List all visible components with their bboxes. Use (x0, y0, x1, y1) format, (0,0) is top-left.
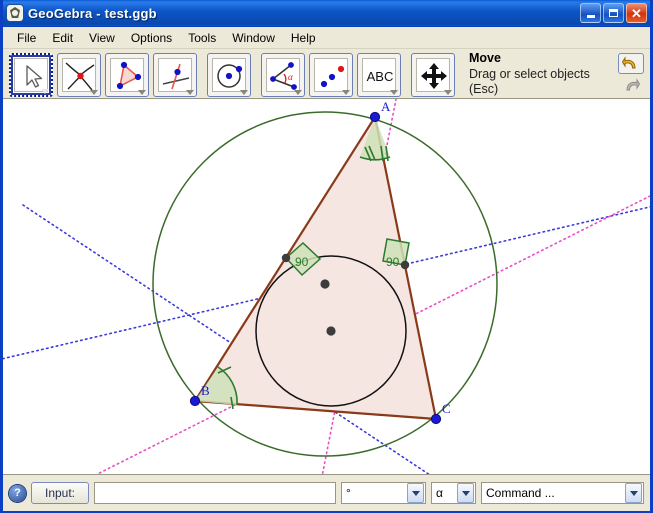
circle-tool[interactable] (207, 52, 251, 97)
toolbar: α ABC Move Drag or select objects (Esc) (3, 49, 650, 99)
point-on-intersection-icon (62, 57, 96, 92)
command-dropdown[interactable]: Command ... (481, 482, 644, 504)
geogebra-window: GeoGebra - test.ggb ✕ File Edit View Opt… (0, 0, 653, 513)
abc-text-icon: ABC (362, 57, 396, 92)
close-button[interactable]: ✕ (626, 3, 647, 23)
menu-bar: File Edit View Options Tools Window Help (3, 27, 650, 49)
foot-point-ac[interactable] (400, 260, 410, 270)
help-icon[interactable]: ? (9, 484, 26, 502)
menu-item-help[interactable]: Help (283, 29, 324, 47)
menu-item-options[interactable]: Options (123, 29, 180, 47)
move-drawing-pad-icon (416, 57, 450, 92)
menu-item-file[interactable]: File (9, 29, 44, 47)
vertex-point-a[interactable] (369, 111, 381, 123)
triangle-abc[interactable] (193, 115, 438, 421)
three-points-icon (314, 57, 348, 92)
tool-info: Move Drag or select objects (Esc) (469, 51, 618, 98)
perpendicular-line-tool[interactable] (153, 52, 197, 97)
vertex-point-c[interactable] (430, 413, 442, 425)
greek-letter-dropdown-value: α (436, 486, 443, 500)
vertex-label-a: A (381, 99, 391, 114)
geogebra-icon (7, 5, 23, 21)
greek-letter-dropdown[interactable]: α (431, 482, 476, 504)
minimize-button[interactable] (580, 3, 601, 23)
active-tool-name: Move (469, 51, 501, 66)
circumcenter-point[interactable] (320, 279, 330, 289)
angle-tool[interactable]: α (261, 52, 305, 97)
command-dropdown-value: Command ... (486, 486, 555, 500)
redo-button[interactable] (618, 75, 644, 96)
svg-text:α: α (288, 72, 293, 82)
vertex-label-c: C (442, 401, 451, 416)
circle-with-center-icon (212, 57, 246, 92)
text-tool[interactable]: ABC (357, 52, 401, 97)
menu-item-window[interactable]: Window (224, 29, 283, 47)
window-title: GeoGebra - test.ggb (28, 5, 157, 21)
undo-redo-group (618, 53, 646, 96)
locus-tool[interactable] (309, 52, 353, 97)
move-tool[interactable] (9, 52, 53, 97)
symbol-dropdown[interactable]: ° (341, 482, 426, 504)
line-tool[interactable] (105, 52, 149, 97)
arrow-cursor-icon (14, 57, 48, 92)
graphics-view[interactable]: 90 90 A B C (3, 99, 650, 475)
menu-item-view[interactable]: View (81, 29, 123, 47)
symbol-dropdown-value: ° (346, 486, 351, 500)
menu-item-edit[interactable]: Edit (44, 29, 81, 47)
undo-button[interactable] (618, 53, 644, 74)
svg-text:ABC: ABC (367, 69, 394, 84)
foot-point-ab[interactable] (281, 253, 291, 263)
input-field[interactable] (94, 482, 336, 504)
chevron-down-icon[interactable] (625, 483, 642, 503)
maximize-button[interactable] (603, 3, 624, 23)
move-view-tool[interactable] (411, 52, 455, 97)
angle-alpha-icon: α (266, 57, 300, 92)
polygon-triangle-icon (110, 57, 144, 92)
window-controls: ✕ (580, 3, 648, 23)
input-label-button[interactable]: Input: (31, 482, 89, 504)
angle-label-left: 90 (295, 255, 309, 269)
incenter-point[interactable] (326, 326, 336, 336)
title-bar: GeoGebra - test.ggb ✕ (3, 0, 650, 27)
chevron-down-icon[interactable] (407, 483, 424, 503)
perpendicular-line-icon (158, 57, 192, 92)
geometry-drawing[interactable]: 90 90 A B C (3, 99, 650, 474)
input-bar: ? Input: ° α Command ... (3, 475, 650, 511)
point-tool[interactable] (57, 52, 101, 97)
menu-item-tools[interactable]: Tools (180, 29, 224, 47)
angle-label-right: 90 (386, 255, 400, 269)
vertex-point-b[interactable] (189, 395, 201, 407)
chevron-down-icon[interactable] (457, 483, 474, 503)
vertex-label-b: B (201, 383, 210, 398)
active-tool-help: Drag or select objects (Esc) (469, 66, 590, 97)
